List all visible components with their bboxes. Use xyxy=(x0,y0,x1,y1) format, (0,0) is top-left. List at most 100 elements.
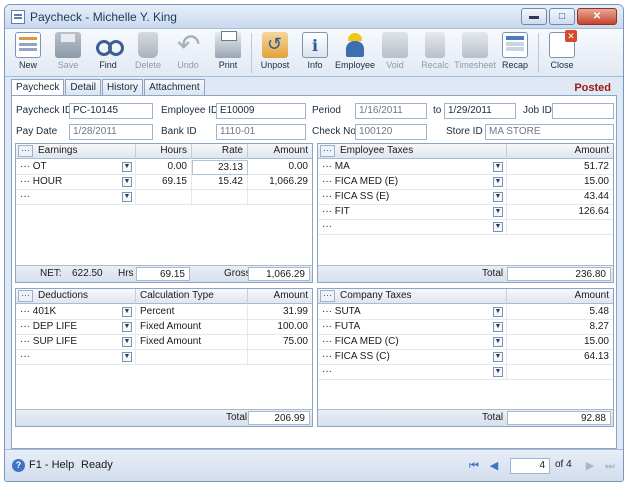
bank-id-field[interactable]: 1110-01 xyxy=(216,124,306,140)
company-tax-dropdown-icon[interactable]: ▼ xyxy=(493,367,503,377)
tax-amount[interactable]: 126.64 xyxy=(507,205,613,220)
deductions-col-amount[interactable]: Amount xyxy=(248,289,312,304)
company-taxes-col-amount[interactable]: Amount xyxy=(507,289,613,304)
earnings-col-rate[interactable]: Rate xyxy=(192,144,248,159)
close-window-button[interactable]: ✕ xyxy=(577,8,617,25)
table-row[interactable]: ··· FUTA ▼ 8.27 xyxy=(318,320,613,335)
tax-name[interactable]: ··· xyxy=(318,220,507,235)
table-row[interactable]: ··· FIT ▼ 126.64 xyxy=(318,205,613,220)
table-row[interactable]: ··· HOUR ▼ 69.15 15.42 1,066.29 xyxy=(16,175,312,190)
table-row[interactable]: ··· ▼ xyxy=(318,365,613,380)
table-row[interactable]: ··· FICA SS (E) ▼ 43.44 xyxy=(318,190,613,205)
tax-amount[interactable]: 43.44 xyxy=(507,190,613,205)
pay-date-field[interactable]: 1/28/2011 xyxy=(69,124,153,140)
table-row[interactable]: ··· MA ▼ 51.72 xyxy=(318,160,613,175)
deduction-amount[interactable]: 31.99 xyxy=(248,305,312,320)
earning-rate[interactable] xyxy=(192,190,248,205)
period-from-field[interactable]: 1/16/2011 xyxy=(355,103,427,119)
deductions-menu-button[interactable]: ··· xyxy=(18,290,33,302)
company-tax-amount[interactable]: 5.48 xyxy=(507,305,613,320)
job-id-field[interactable] xyxy=(552,103,614,119)
company-tax-name[interactable]: ··· xyxy=(318,365,507,380)
company-taxes-col-name[interactable]: Company Taxes xyxy=(336,289,507,304)
close-button[interactable]: Close xyxy=(543,30,581,74)
table-row[interactable]: ··· ▼ xyxy=(16,190,312,205)
deduction-dropdown-icon[interactable]: ▼ xyxy=(122,322,132,332)
unpost-button[interactable]: Unpost xyxy=(256,32,294,74)
deduction-amount[interactable] xyxy=(248,350,312,365)
tab-paycheck[interactable]: Paycheck xyxy=(11,79,65,96)
company-tax-name[interactable]: ··· FICA SS (C) xyxy=(318,350,507,365)
earning-amount[interactable]: 1,066.29 xyxy=(248,175,312,190)
table-row[interactable]: ··· SUP LIFE ▼ Fixed Amount 75.00 xyxy=(16,335,312,350)
table-row[interactable]: ··· FICA SS (C) ▼ 64.13 xyxy=(318,350,613,365)
employee-taxes-col-amount[interactable]: Amount xyxy=(507,144,613,159)
company-tax-name[interactable]: ··· SUTA xyxy=(318,305,507,320)
earning-amount[interactable] xyxy=(248,190,312,205)
deduction-calc[interactable]: Fixed Amount xyxy=(136,320,248,335)
tax-dropdown-icon[interactable]: ▼ xyxy=(493,162,503,172)
earning-name[interactable]: ··· OT xyxy=(16,160,136,175)
table-row[interactable]: ··· ▼ xyxy=(16,350,312,365)
employee-button[interactable]: Employee xyxy=(335,32,375,74)
tax-dropdown-icon[interactable]: ▼ xyxy=(493,222,503,232)
help-label[interactable]: F1 - Help xyxy=(29,459,74,471)
earning-dropdown-icon[interactable]: ▼ xyxy=(122,192,132,202)
earning-amount[interactable]: 0.00 xyxy=(248,160,312,175)
earnings-menu-button[interactable]: ··· xyxy=(18,145,33,157)
earning-rate[interactable]: 15.42 xyxy=(192,175,248,190)
tax-dropdown-icon[interactable]: ▼ xyxy=(493,207,503,217)
deduction-dropdown-icon[interactable]: ▼ xyxy=(122,337,132,347)
paycheck-id-field[interactable]: PC-10145 xyxy=(69,103,153,119)
maximize-button[interactable]: □ xyxy=(549,8,575,25)
earning-name[interactable]: ··· HOUR xyxy=(16,175,136,190)
help-icon[interactable]: ? xyxy=(12,459,25,472)
company-taxes-menu-button[interactable]: ··· xyxy=(320,290,335,302)
deduction-dropdown-icon[interactable]: ▼ xyxy=(122,307,132,317)
earning-name[interactable]: ··· xyxy=(16,190,136,205)
deduction-amount[interactable]: 100.00 xyxy=(248,320,312,335)
deduction-calc[interactable] xyxy=(136,350,248,365)
table-row[interactable]: ··· SUTA ▼ 5.48 xyxy=(318,305,613,320)
deduction-dropdown-icon[interactable]: ▼ xyxy=(122,352,132,362)
period-to-field[interactable]: 1/29/2011 xyxy=(444,103,516,119)
deduction-amount[interactable]: 75.00 xyxy=(248,335,312,350)
minimize-button[interactable]: ▬ xyxy=(521,8,547,25)
deductions-col-calc[interactable]: Calculation Type xyxy=(136,289,248,304)
earning-rate[interactable]: 23.13 xyxy=(192,160,248,175)
tax-dropdown-icon[interactable]: ▼ xyxy=(493,177,503,187)
timesheet-button[interactable]: Timesheet xyxy=(454,32,496,74)
earning-dropdown-icon[interactable]: ▼ xyxy=(122,162,132,172)
deduction-name[interactable]: ··· 401K xyxy=(16,305,136,320)
table-row[interactable]: ··· FICA MED (E) ▼ 15.00 xyxy=(318,175,613,190)
tax-amount[interactable] xyxy=(507,220,613,235)
employee-taxes-col-name[interactable]: Employee Taxes xyxy=(336,144,507,159)
earning-dropdown-icon[interactable]: ▼ xyxy=(122,177,132,187)
company-tax-dropdown-icon[interactable]: ▼ xyxy=(493,352,503,362)
tax-amount[interactable]: 15.00 xyxy=(507,175,613,190)
deduction-name[interactable]: ··· xyxy=(16,350,136,365)
save-button[interactable]: Save xyxy=(49,32,87,74)
company-tax-name[interactable]: ··· FUTA xyxy=(318,320,507,335)
delete-button[interactable]: Delete xyxy=(129,32,167,74)
first-page-icon[interactable]: ⏮ xyxy=(467,459,481,473)
tax-name[interactable]: ··· FICA SS (E) xyxy=(318,190,507,205)
employee-taxes-menu-button[interactable]: ··· xyxy=(320,145,335,157)
company-tax-amount[interactable] xyxy=(507,365,613,380)
employee-id-field[interactable]: E10009 xyxy=(216,103,306,119)
check-no-field[interactable]: 100120 xyxy=(355,124,427,140)
previous-page-icon[interactable]: ◀ xyxy=(487,459,501,473)
company-tax-name[interactable]: ··· FICA MED (C) xyxy=(318,335,507,350)
new-button[interactable]: New xyxy=(9,32,47,74)
company-tax-amount[interactable]: 64.13 xyxy=(507,350,613,365)
tax-amount[interactable]: 51.72 xyxy=(507,160,613,175)
recalc-button[interactable]: Recalc xyxy=(416,32,454,74)
last-page-icon[interactable]: ⏭ xyxy=(603,459,617,473)
tab-detail[interactable]: Detail xyxy=(65,79,101,95)
deduction-name[interactable]: ··· SUP LIFE xyxy=(16,335,136,350)
tab-attachment[interactable]: Attachment xyxy=(144,79,205,95)
deductions-col-name[interactable]: Deductions xyxy=(34,289,136,304)
tax-name[interactable]: ··· FICA MED (E) xyxy=(318,175,507,190)
earnings-col-amount[interactable]: Amount xyxy=(248,144,312,159)
company-tax-amount[interactable]: 8.27 xyxy=(507,320,613,335)
